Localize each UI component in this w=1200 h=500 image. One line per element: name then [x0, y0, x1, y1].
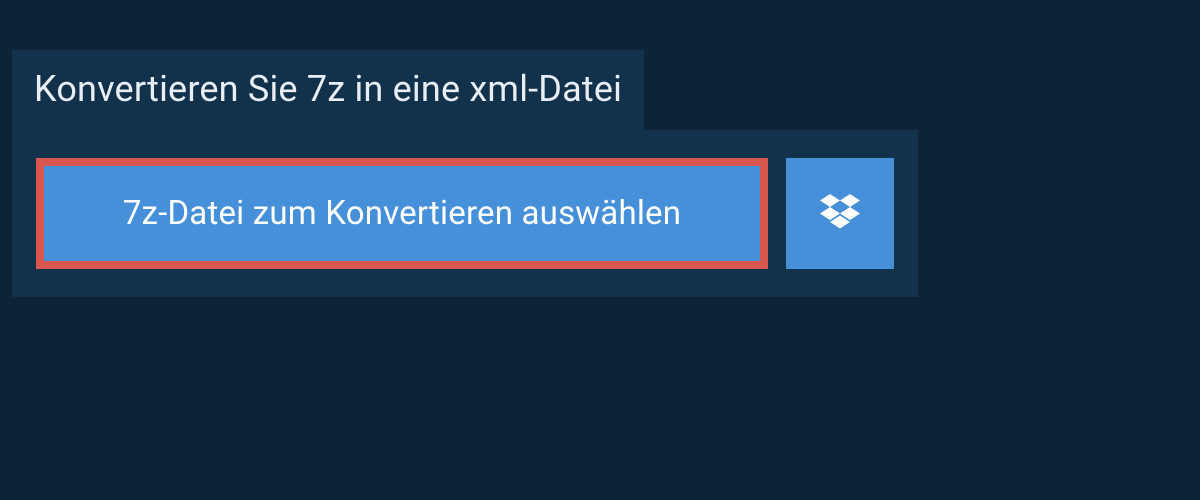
upload-area: 7z-Datei zum Konvertieren auswählen: [12, 130, 918, 297]
page-title: Konvertieren Sie 7z in eine xml-Datei: [34, 68, 622, 110]
dropbox-icon: [820, 194, 860, 234]
dropbox-button[interactable]: [786, 158, 894, 269]
select-file-button[interactable]: 7z-Datei zum Konvertieren auswählen: [36, 158, 768, 269]
title-bar: Konvertieren Sie 7z in eine xml-Datei: [12, 50, 644, 130]
select-file-label: 7z-Datei zum Konvertieren auswählen: [123, 194, 681, 233]
converter-panel: Konvertieren Sie 7z in eine xml-Datei 7z…: [12, 50, 918, 297]
